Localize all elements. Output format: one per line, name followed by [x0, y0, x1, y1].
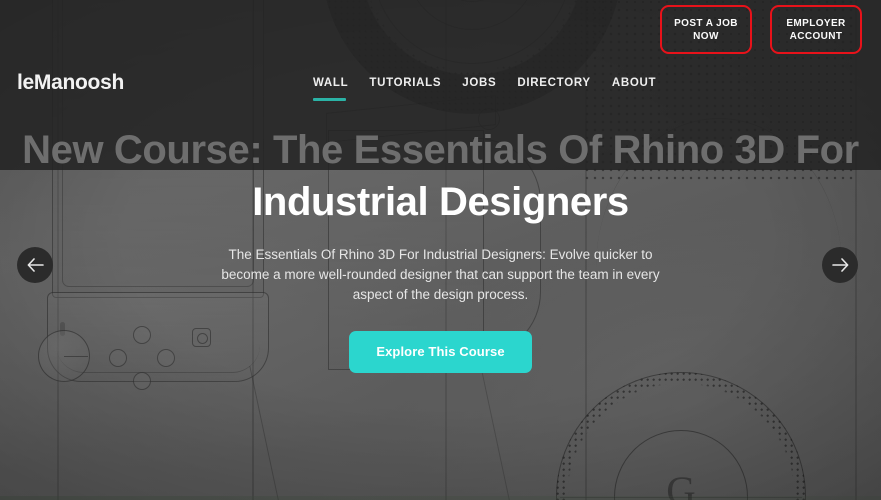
header-action-buttons: POST A JOB NOW EMPLOYER ACCOUNT	[660, 5, 862, 54]
main-navigation: WALL TUTORIALS JOBS DIRECTORY ABOUT	[313, 77, 677, 101]
nav-item-label: WALL	[313, 77, 349, 89]
hero-description: The Essentials Of Rhino 3D For Industria…	[221, 247, 660, 302]
hero-carousel-slide: G leManoosh WALL TUTORIALS JOBS DIRECTOR…	[0, 0, 881, 500]
nav-item-label: JOBS	[462, 77, 497, 89]
nav-item-tutorials[interactable]: TUTORIALS	[369, 77, 462, 89]
carousel-prev-button[interactable]	[17, 247, 53, 283]
hero-heading-line-2: Industrial Designers	[252, 180, 629, 224]
nav-active-underline	[369, 98, 402, 101]
brand-logo[interactable]: leManoosh	[17, 71, 124, 95]
hero-heading-line-1: New Course: The Essentials Of Rhino 3D F…	[22, 128, 859, 172]
employer-account-button[interactable]: EMPLOYER ACCOUNT	[770, 5, 862, 54]
explore-this-course-button[interactable]: Explore This Course	[349, 331, 532, 373]
hero-content: New Course: The Essentials Of Rhino 3D F…	[0, 124, 881, 373]
nav-item-directory[interactable]: DIRECTORY	[517, 77, 611, 89]
nav-active-underline	[517, 98, 550, 101]
nav-active-underline	[313, 98, 346, 101]
nav-active-underline	[612, 98, 645, 101]
nav-active-underline	[462, 98, 495, 101]
nav-item-wall[interactable]: WALL	[313, 77, 369, 101]
site-header: leManoosh WALL TUTORIALS JOBS DIRECTORY …	[0, 0, 881, 120]
hero-heading: New Course: The Essentials Of Rhino 3D F…	[0, 124, 881, 228]
carousel-next-button[interactable]	[822, 247, 858, 283]
arrow-right-icon	[831, 258, 848, 272]
nav-item-about[interactable]: ABOUT	[612, 77, 677, 89]
nav-item-label: TUTORIALS	[369, 77, 442, 89]
post-a-job-button[interactable]: POST A JOB NOW	[660, 5, 752, 54]
nav-item-label: DIRECTORY	[517, 77, 591, 89]
arrow-left-icon	[27, 258, 44, 272]
nav-item-label: ABOUT	[611, 77, 657, 89]
nav-item-jobs[interactable]: JOBS	[462, 77, 517, 89]
